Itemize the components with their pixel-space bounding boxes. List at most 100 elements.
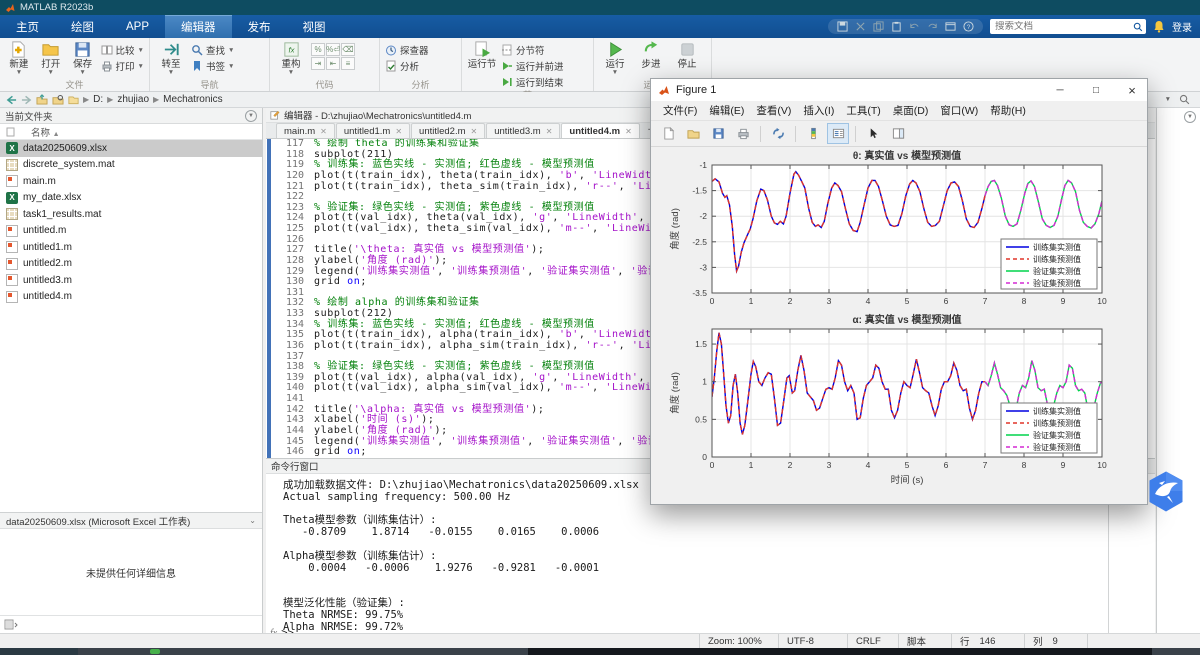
doc-search-box[interactable]	[990, 19, 1146, 34]
ribbon-tab[interactable]: 编辑器	[165, 15, 232, 38]
figure-menu-item[interactable]: 帮助(H)	[984, 103, 1032, 118]
panel-menu-icon[interactable]: ▼	[245, 110, 257, 122]
floating-bird-app-icon[interactable]	[1145, 470, 1187, 513]
figure-menu-item[interactable]: 编辑(E)	[703, 103, 750, 118]
compare-button[interactable]: 比较▼	[101, 43, 144, 57]
editor-tab[interactable]: untitled2.m✕	[411, 123, 485, 138]
layout-grid-icon[interactable]	[4, 619, 18, 630]
run-to-end-button[interactable]: 运行到结束	[501, 75, 564, 89]
file-row[interactable]: main.m	[0, 173, 262, 190]
ribbon-tab[interactable]: 视图	[287, 15, 342, 38]
uncomment-icon[interactable]: ⌫	[341, 43, 355, 56]
save-icon[interactable]	[837, 21, 848, 32]
file-row[interactable]: untitled1.m	[0, 239, 262, 256]
maximize-icon[interactable]: □	[1081, 79, 1111, 101]
find-button[interactable]: 查找▼	[191, 43, 234, 57]
print-icon[interactable]	[732, 123, 754, 144]
panel-menu-icon[interactable]: ▼	[1184, 111, 1196, 123]
stop-button[interactable]: 停止	[671, 40, 703, 70]
figure-menu-item[interactable]: 窗口(W)	[934, 103, 984, 118]
undo-icon[interactable]	[909, 21, 920, 32]
ribbon-tab[interactable]: 发布	[232, 15, 287, 38]
status-eol[interactable]: CRLF	[847, 634, 898, 648]
run-advance-button[interactable]: 运行并前进	[501, 59, 564, 73]
file-row[interactable]: discrete_system.mat	[0, 157, 262, 174]
property-inspector-icon[interactable]	[887, 123, 909, 144]
back-icon[interactable]	[6, 95, 17, 105]
close-tab-icon[interactable]: ✕	[471, 127, 478, 136]
refactor-button[interactable]: fx重构▼	[275, 40, 307, 75]
address-dropdown-icon[interactable]: ▼	[1165, 97, 1171, 102]
new-button[interactable]: 新建▼	[5, 40, 33, 75]
figure-title-bar[interactable]: Figure 1 ─ □ ×	[651, 79, 1147, 101]
editor-tab[interactable]: main.m✕	[276, 123, 335, 138]
outdent-icon[interactable]: ⇤	[326, 57, 340, 70]
breadcrumb-segment[interactable]: ▶D:	[83, 94, 103, 105]
redo-icon[interactable]	[927, 21, 938, 32]
editor-tab[interactable]: untitled1.m✕	[336, 123, 410, 138]
copy-icon[interactable]	[873, 21, 884, 32]
close-tab-icon[interactable]: ✕	[320, 127, 327, 136]
file-row[interactable]: data20250609.xlsx	[0, 140, 262, 157]
workspace-search-icon[interactable]	[1179, 94, 1190, 105]
print-button[interactable]: 打印▼	[101, 59, 144, 73]
bookmark-button[interactable]: 书签▼	[191, 59, 234, 73]
breadcrumb-segment[interactable]: ▶Mechatronics	[153, 94, 223, 105]
file-row[interactable]: untitled2.m	[0, 256, 262, 273]
close-tab-icon[interactable]: ✕	[395, 127, 402, 136]
help-icon[interactable]: ?	[963, 21, 974, 32]
comment-icon[interactable]: %	[311, 43, 325, 56]
cut-icon[interactable]	[855, 21, 866, 32]
run-section-button[interactable]: 运行节	[467, 40, 497, 70]
new-figure-icon[interactable]	[657, 123, 679, 144]
window-icon[interactable]	[945, 21, 956, 32]
run-button[interactable]: 运行▼	[599, 40, 631, 75]
forward-icon[interactable]	[21, 95, 32, 105]
open-file-icon[interactable]	[682, 123, 704, 144]
close-tab-icon[interactable]: ✕	[625, 127, 632, 136]
breadcrumb-segment[interactable]: ▶zhujiao	[107, 94, 149, 105]
insert-legend-icon[interactable]	[827, 123, 849, 144]
editor-tab[interactable]: untitled4.m✕	[561, 123, 639, 138]
insert-colorbar-icon[interactable]	[802, 123, 824, 144]
paste-icon[interactable]	[891, 21, 902, 32]
figure-menu-item[interactable]: 查看(V)	[750, 103, 797, 118]
file-row[interactable]: untitled4.m	[0, 289, 262, 306]
file-row[interactable]: untitled.m	[0, 223, 262, 240]
minimize-icon[interactable]: ─	[1045, 79, 1075, 101]
edit-plot-icon[interactable]	[862, 123, 884, 144]
file-row[interactable]: task1_results.mat	[0, 206, 262, 223]
save-button[interactable]: 保存▼	[69, 40, 97, 75]
file-row[interactable]: my_date.xlsx	[0, 190, 262, 207]
figure-menu-item[interactable]: 桌面(D)	[887, 103, 935, 118]
folder-column-header[interactable]: 名称 ▲	[0, 124, 262, 140]
indent-icon[interactable]: ⇥	[311, 57, 325, 70]
analyze-button[interactable]: 分析	[385, 59, 429, 73]
close-tab-icon[interactable]: ✕	[546, 127, 553, 136]
doc-search-input[interactable]	[995, 21, 1133, 32]
section-break-button[interactable]: 分节符	[501, 43, 564, 57]
file-row[interactable]: untitled3.m	[0, 272, 262, 289]
close-icon[interactable]: ×	[1117, 79, 1147, 101]
ribbon-tab[interactable]: 主页	[0, 15, 55, 38]
figure-menu-item[interactable]: 文件(F)	[657, 103, 703, 118]
up-folder-icon[interactable]	[36, 94, 48, 105]
notification-bell-icon[interactable]	[1153, 20, 1165, 33]
ribbon-tab[interactable]: 绘图	[55, 15, 110, 38]
ribbon-tab[interactable]: APP	[110, 15, 165, 38]
goto-button[interactable]: 转至▼	[155, 40, 187, 75]
figure-menu-item[interactable]: 工具(T)	[840, 103, 886, 118]
browse-folder-icon[interactable]	[52, 94, 64, 105]
status-zoom[interactable]: Zoom: 100%	[699, 634, 778, 648]
figure-menu-item[interactable]: 插入(I)	[797, 103, 840, 118]
profiler-button[interactable]: 探查器	[385, 43, 429, 57]
editor-tab[interactable]: untitled3.m✕	[486, 123, 560, 138]
open-button[interactable]: 打开▼	[37, 40, 65, 75]
smart-indent-icon[interactable]: ≡	[341, 57, 355, 70]
panel-splitter[interactable]	[1108, 505, 1109, 633]
file-detail-header[interactable]: data20250609.xlsx (Microsoft Excel 工作表) …	[0, 512, 262, 529]
step-button[interactable]: 步进	[635, 40, 667, 70]
search-icon[interactable]	[1133, 22, 1143, 32]
save-figure-icon[interactable]	[707, 123, 729, 144]
status-encoding[interactable]: UTF-8	[778, 634, 847, 648]
